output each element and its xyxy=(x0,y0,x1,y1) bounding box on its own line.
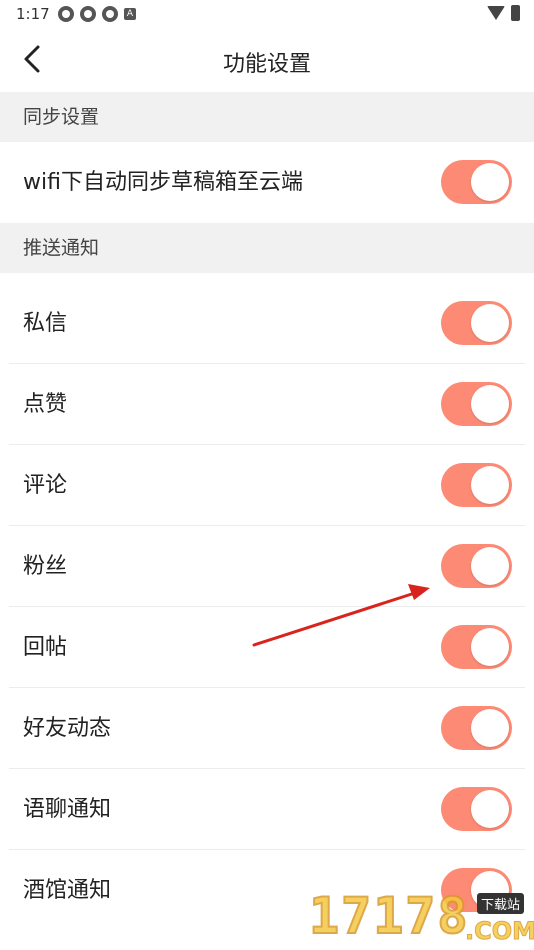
setting-label: 评论 xyxy=(23,473,68,498)
wifi-sync-toggle[interactable] xyxy=(441,160,512,204)
setting-row-private-message: 私信 xyxy=(0,283,534,364)
toggle-knob xyxy=(471,385,509,423)
tavern-toggle[interactable] xyxy=(441,868,512,912)
toggle-knob xyxy=(471,709,509,747)
voice-chat-toggle[interactable] xyxy=(441,787,512,831)
setting-row-voice-chat: 语聊通知 xyxy=(0,769,534,850)
toggle-knob xyxy=(471,547,509,585)
status-time: 1:17 xyxy=(16,5,50,23)
replies-toggle[interactable] xyxy=(441,625,512,669)
setting-label: 私信 xyxy=(23,311,68,336)
toggle-knob xyxy=(471,304,509,342)
toggle-knob xyxy=(471,163,509,201)
setting-row-wifi-sync: wifi下自动同步草稿箱至云端 xyxy=(0,142,534,223)
toggle-knob xyxy=(471,871,509,909)
toggle-knob xyxy=(471,466,509,504)
likes-toggle[interactable] xyxy=(441,382,512,426)
setting-row-fans: 粉丝 xyxy=(0,526,534,607)
page-title: 功能设置 xyxy=(222,52,311,77)
setting-label: 回帖 xyxy=(23,635,68,660)
sync-icon xyxy=(58,6,74,22)
section-header-push: 推送通知 xyxy=(0,223,534,273)
sync-icon xyxy=(102,6,118,22)
setting-row-friend-activity: 好友动态 xyxy=(0,688,534,769)
setting-label: 语聊通知 xyxy=(23,797,112,822)
setting-label: 点赞 xyxy=(23,392,68,417)
fans-toggle[interactable] xyxy=(441,544,512,588)
comments-toggle[interactable] xyxy=(441,463,512,507)
notification-icons: A xyxy=(58,6,136,22)
private-message-toggle[interactable] xyxy=(441,301,512,345)
wifi-icon xyxy=(487,6,505,20)
status-bar: 1:17 A xyxy=(0,0,534,28)
friend-activity-toggle[interactable] xyxy=(441,706,512,750)
setting-label: 粉丝 xyxy=(23,554,68,579)
system-icons xyxy=(487,5,520,21)
battery-icon xyxy=(511,5,520,21)
setting-row-likes: 点赞 xyxy=(0,364,534,445)
setting-label: 酒馆通知 xyxy=(23,878,112,903)
toggle-knob xyxy=(471,790,509,828)
setting-label: wifi下自动同步草稿箱至云端 xyxy=(23,170,303,195)
sync-icon xyxy=(80,6,96,22)
setting-label: 好友动态 xyxy=(23,716,112,741)
nav-bar: 功能设置 xyxy=(0,28,534,92)
setting-row-tavern: 酒馆通知 xyxy=(0,850,534,931)
toggle-knob xyxy=(471,628,509,666)
setting-row-comments: 评论 xyxy=(0,445,534,526)
section-header-sync: 同步设置 xyxy=(0,92,534,142)
a-icon: A xyxy=(124,8,136,20)
setting-row-replies: 回帖 xyxy=(0,607,534,688)
